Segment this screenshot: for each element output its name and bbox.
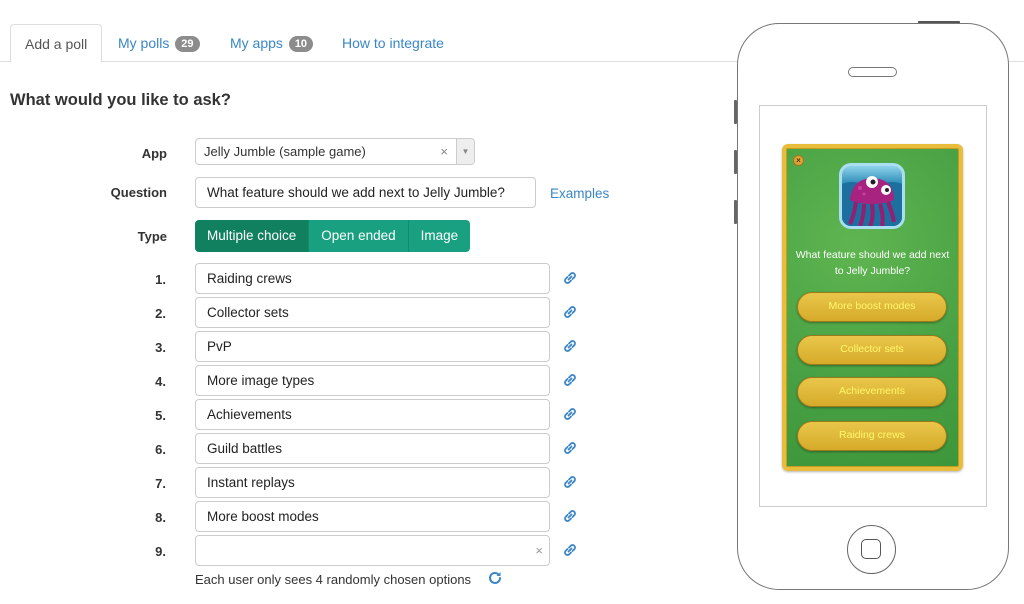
question-input[interactable]: What feature should we add next to Jelly… <box>195 177 536 208</box>
option-input[interactable]: × <box>195 535 550 566</box>
option-input[interactable]: Achievements <box>195 399 550 430</box>
home-square-icon <box>861 539 881 559</box>
page-heading: What would you like to ask? <box>10 91 231 109</box>
link-icon[interactable] <box>562 304 578 320</box>
preview-answer-button[interactable]: More boost modes <box>797 292 947 322</box>
option-input-value: Guild battles <box>207 441 283 456</box>
phone-speaker <box>848 67 897 77</box>
option-input[interactable]: More boost modes <box>195 501 550 532</box>
option-input-value: PvP <box>207 339 232 354</box>
option-input[interactable]: Raiding crews <box>195 263 550 294</box>
option-number: 7. <box>155 476 166 491</box>
link-icon[interactable] <box>562 508 578 524</box>
app-select-value: Jelly Jumble (sample game) <box>204 144 366 159</box>
chevron-down-icon[interactable]: ▼ <box>456 139 474 164</box>
option-number: 9. <box>155 544 166 559</box>
preview-answer-button[interactable]: Raiding crews <box>797 421 947 451</box>
option-number: 5. <box>155 408 166 423</box>
option-number: 8. <box>155 510 166 525</box>
link-icon[interactable] <box>562 542 578 558</box>
option-input-value: Raiding crews <box>207 271 292 286</box>
tab-label: Add a poll <box>25 36 88 52</box>
polls-count-badge: 29 <box>175 36 200 52</box>
preview-answer-button[interactable]: Achievements <box>797 377 947 407</box>
tab-label: How to integrate <box>342 35 444 51</box>
option-input[interactable]: Instant replays <box>195 467 550 498</box>
option-input[interactable]: PvP <box>195 331 550 362</box>
preview-question: What feature should we add next to Jelly… <box>795 249 950 277</box>
option-number: 4. <box>155 374 166 389</box>
link-icon[interactable] <box>562 372 578 388</box>
link-icon[interactable] <box>562 338 578 354</box>
type-label: Type <box>137 229 167 244</box>
question-label: Question <box>110 185 167 200</box>
tab-label: My apps <box>230 35 283 51</box>
options-hint: Each user only sees 4 randomly chosen op… <box>195 572 472 587</box>
app-label: App <box>141 146 167 161</box>
tab-label: My polls <box>118 35 170 51</box>
link-icon[interactable] <box>562 440 578 456</box>
type-multiple-choice-button[interactable]: Multiple choice <box>195 220 309 252</box>
refresh-icon[interactable] <box>487 570 503 586</box>
close-icon[interactable]: × <box>793 155 804 166</box>
option-input-value: More image types <box>207 373 315 388</box>
option-input-value: Collector sets <box>207 305 289 320</box>
type-toggle-group: Multiple choice Open ended Image <box>195 220 471 252</box>
jellyfish-app-icon <box>839 163 905 229</box>
option-input-value: More boost modes <box>207 509 319 524</box>
option-input-value: Instant replays <box>207 475 295 490</box>
tab-my-polls[interactable]: My polls 29 <box>104 24 214 62</box>
option-input[interactable]: Collector sets <box>195 297 550 328</box>
option-input[interactable]: More image types <box>195 365 550 396</box>
tab-add-poll[interactable]: Add a poll <box>10 24 103 63</box>
option-input[interactable]: Guild battles <box>195 433 550 464</box>
preview-answer-button[interactable]: Collector sets <box>797 335 947 365</box>
clear-icon[interactable]: × <box>535 536 543 565</box>
type-open-ended-button[interactable]: Open ended <box>308 220 408 252</box>
clear-icon[interactable]: × <box>440 139 448 164</box>
option-number: 2. <box>155 306 166 321</box>
option-number: 3. <box>155 340 166 355</box>
tab-how-to-integrate[interactable]: How to integrate <box>328 24 458 62</box>
app-select[interactable]: Jelly Jumble (sample game) × ▼ <box>195 138 475 165</box>
link-icon[interactable] <box>562 474 578 490</box>
option-input-value: Achievements <box>207 407 292 422</box>
apps-count-badge: 10 <box>288 36 314 52</box>
link-icon[interactable] <box>562 406 578 422</box>
type-image-button[interactable]: Image <box>407 220 471 252</box>
option-number: 1. <box>155 272 166 287</box>
link-icon[interactable] <box>562 270 578 286</box>
tab-my-apps[interactable]: My apps 10 <box>216 24 327 62</box>
examples-link[interactable]: Examples <box>550 186 609 201</box>
option-number: 6. <box>155 442 166 457</box>
question-input-value: What feature should we add next to Jelly… <box>207 185 505 200</box>
